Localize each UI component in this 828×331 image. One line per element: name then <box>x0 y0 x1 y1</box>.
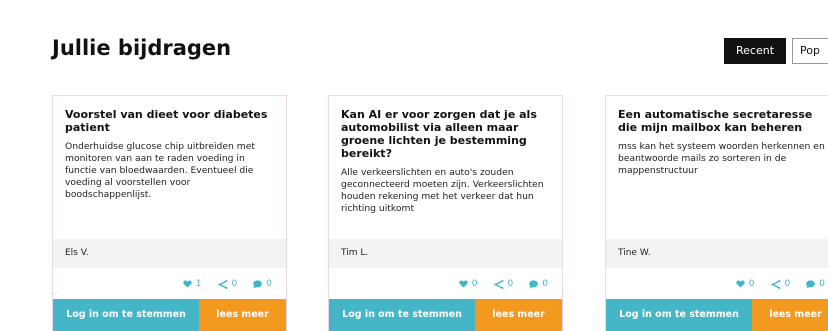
share-count-value: 0 <box>231 279 238 289</box>
comment-count-value: 0 <box>819 279 825 289</box>
card-description: Onderhuidse glucose chip uitbreiden met … <box>65 141 255 200</box>
card-description: mss kan het systeem woorden herkennen en… <box>618 141 825 176</box>
login-to-vote-button[interactable]: Log in om te stemmen <box>606 299 752 331</box>
idea-card: Een automatische secretaresse die mijn m… <box>605 95 828 331</box>
comment-count-value: 0 <box>542 279 548 289</box>
card-actions: Log in om te stemmen lees meer <box>329 299 562 331</box>
heart-icon <box>183 280 192 288</box>
heart-icon <box>459 280 468 288</box>
share-count-value: 0 <box>784 279 791 289</box>
read-more-button[interactable]: lees meer <box>752 299 828 331</box>
login-to-vote-button[interactable]: Log in om te stemmen <box>329 299 475 331</box>
share-icon <box>217 279 228 289</box>
card-title[interactable]: Kan AI er voor zorgen dat je als automob… <box>341 108 550 160</box>
like-count[interactable]: 0 <box>459 279 478 289</box>
share-count[interactable]: 0 <box>770 279 791 289</box>
share-count[interactable]: 0 <box>217 279 238 289</box>
card-stats: 0 0 0 <box>459 276 548 292</box>
read-more-button[interactable]: lees meer <box>475 299 562 331</box>
comment-icon <box>529 279 539 289</box>
login-to-vote-button[interactable]: Log in om te stemmen <box>53 299 199 331</box>
like-count-value: 1 <box>195 279 202 289</box>
card-stats: 1 0 0 <box>183 276 272 292</box>
card-actions: Log in om te stemmen lees meer <box>53 299 286 331</box>
card-actions: Log in om te stemmen lees meer <box>606 299 828 331</box>
card-description: Alle verkeerslichten en auto's zouden ge… <box>341 167 544 214</box>
like-count-value: 0 <box>748 279 755 289</box>
comment-icon <box>253 279 263 289</box>
idea-card: Kan AI er voor zorgen dat je als automob… <box>328 95 563 331</box>
like-count-value: 0 <box>471 279 478 289</box>
comment-icon <box>806 279 816 289</box>
share-count-value: 0 <box>507 279 514 289</box>
card-author: Tine W. <box>606 239 828 268</box>
read-more-button[interactable]: lees meer <box>199 299 286 331</box>
sort-popular-button[interactable]: Pop <box>792 38 828 64</box>
card-title[interactable]: Een automatische secretaresse die mijn m… <box>618 108 827 134</box>
heart-icon <box>736 280 745 288</box>
like-count[interactable]: 0 <box>736 279 755 289</box>
card-body: Voorstel van dieet voor diabetes patient… <box>53 96 286 238</box>
comment-count-value: 0 <box>266 279 272 289</box>
comment-count[interactable]: 0 <box>806 279 825 289</box>
card-body: Kan AI er voor zorgen dat je als automob… <box>329 96 562 238</box>
share-icon <box>493 279 504 289</box>
comment-count[interactable]: 0 <box>253 279 272 289</box>
sort-recent-button[interactable]: Recent <box>724 38 786 64</box>
like-count[interactable]: 1 <box>183 279 202 289</box>
share-icon <box>770 279 781 289</box>
card-title[interactable]: Voorstel van dieet voor diabetes patient <box>65 108 274 134</box>
card-body: Een automatische secretaresse die mijn m… <box>606 96 828 238</box>
card-author: Els V. <box>53 239 286 268</box>
card-stats: 0 0 0 <box>736 276 825 292</box>
comment-count[interactable]: 0 <box>529 279 548 289</box>
idea-card: Voorstel van dieet voor diabetes patient… <box>52 95 287 331</box>
page-title: Jullie bijdragen <box>52 36 232 60</box>
share-count[interactable]: 0 <box>493 279 514 289</box>
card-author: Tim L. <box>329 239 562 268</box>
